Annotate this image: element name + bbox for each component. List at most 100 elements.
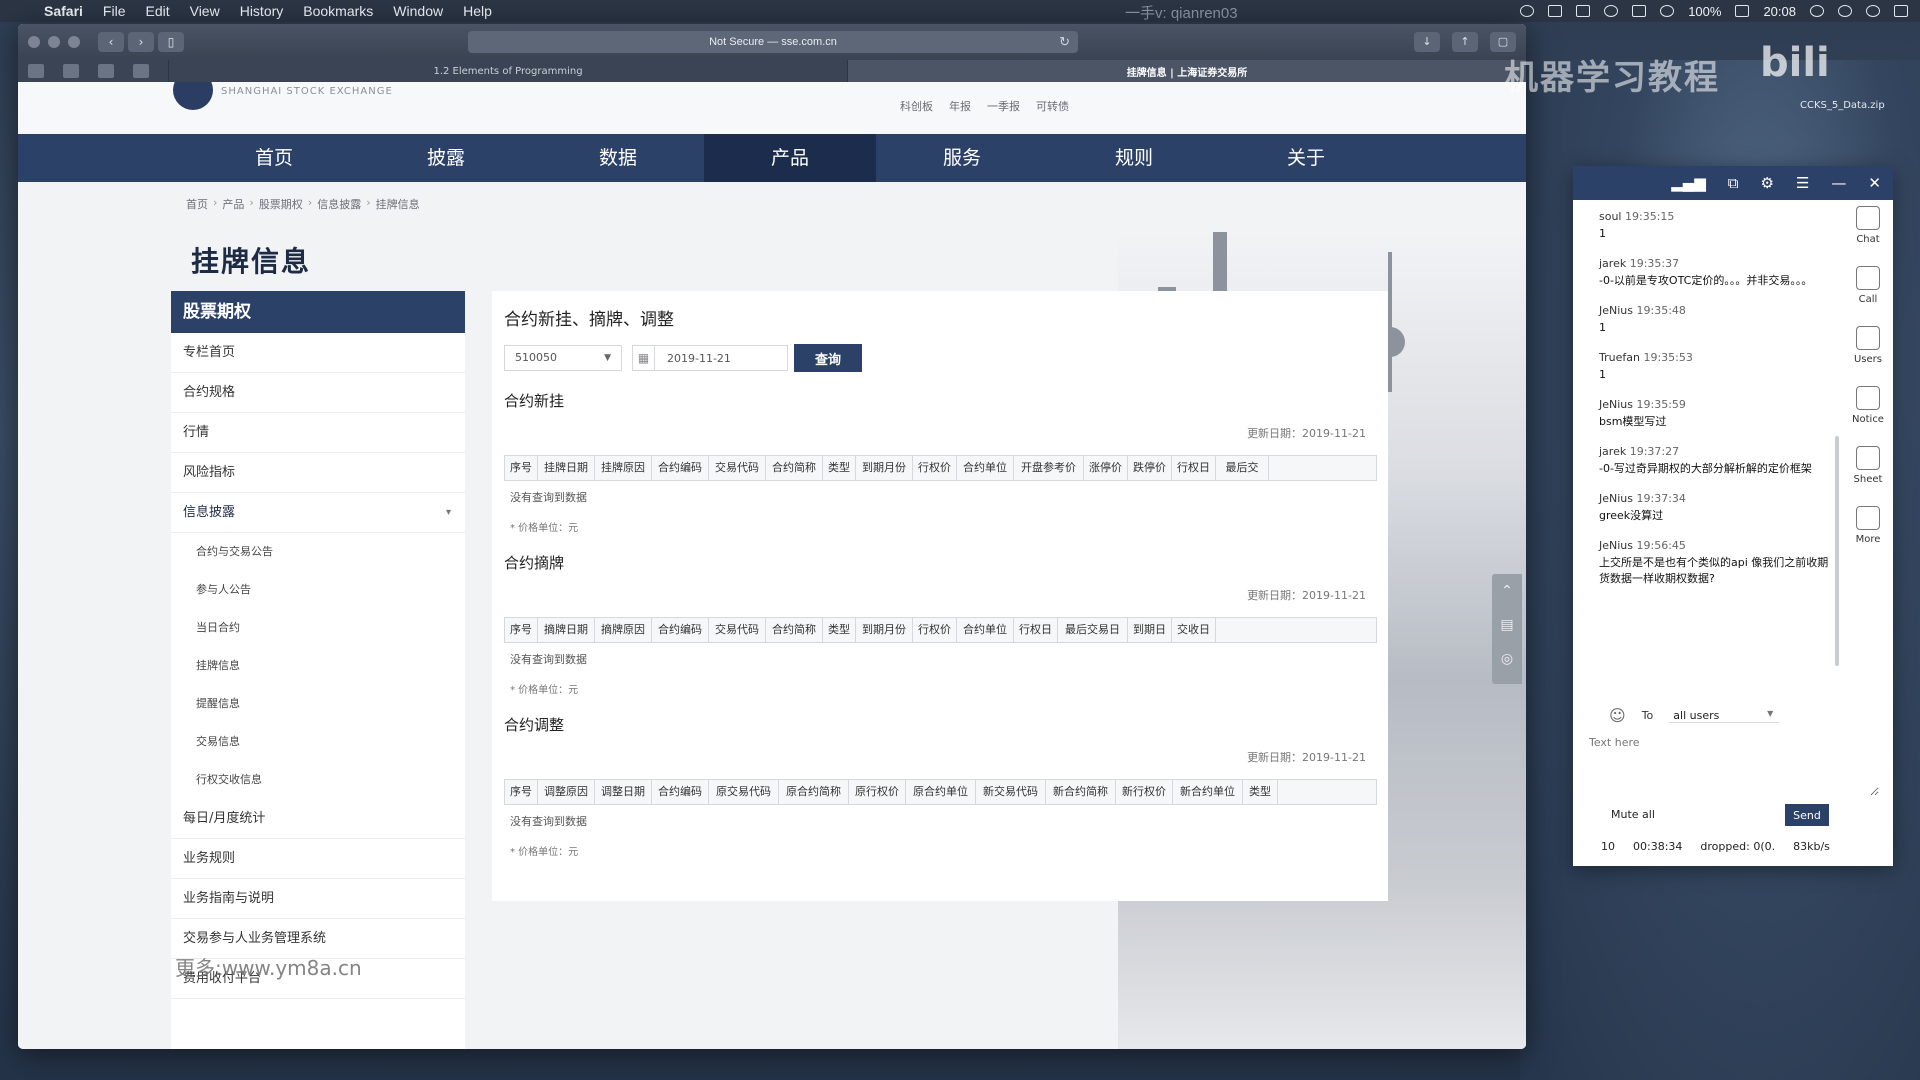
table-header-cell[interactable]: 交易代码	[709, 618, 766, 642]
nav-data[interactable]: 数据	[532, 134, 704, 182]
table-header-cell[interactable]: 合约编码	[652, 780, 709, 804]
table-header-cell[interactable]: 类型	[823, 618, 856, 642]
table-header-cell[interactable]: 最后交易日	[1058, 618, 1128, 642]
menu-icon[interactable]: ☰	[1796, 174, 1809, 192]
mute-all-button[interactable]: Mute all	[1611, 808, 1655, 821]
table-header-cell[interactable]: 原合约单位	[906, 780, 976, 804]
feedback-icon[interactable]: ▤	[1492, 608, 1522, 642]
download-icon[interactable]: ↓	[1414, 32, 1440, 52]
menu-history[interactable]: History	[240, 3, 284, 19]
top-link[interactable]: 可转债	[1036, 98, 1069, 114]
table-header-cell[interactable]: 开盘参考价	[1014, 456, 1084, 480]
battery-percent[interactable]: 100%	[1688, 4, 1721, 19]
send-button[interactable]: Send	[1785, 804, 1829, 826]
tab-sse[interactable]: 挂牌信息 | 上海证券交易所	[847, 60, 1526, 82]
table-header-cell[interactable]: 摘牌原因	[595, 618, 652, 642]
menu-view[interactable]: View	[190, 3, 220, 19]
chat-input[interactable]	[1589, 736, 1879, 796]
calendar-icon[interactable]: ▦	[633, 346, 655, 370]
wifi-icon[interactable]	[1604, 5, 1619, 17]
sidebar-subitem[interactable]: 参与人公告	[171, 571, 465, 609]
bookmark-icon[interactable]	[63, 64, 79, 78]
wechat-icon[interactable]: ◎	[1492, 642, 1522, 676]
sidebar-subitem-active[interactable]: 挂牌信息	[171, 647, 465, 685]
sidebar-subitem[interactable]: 交易信息	[171, 723, 465, 761]
table-header-cell[interactable]: 新交易代码	[976, 780, 1046, 804]
rail-notice[interactable]: Notice	[1843, 380, 1893, 440]
gear-icon[interactable]: ⚙	[1761, 174, 1774, 192]
sidebar-subitem[interactable]: 行权交收信息	[171, 761, 465, 799]
breadcrumb-item[interactable]: 股票期权	[259, 196, 303, 212]
sidebar-item[interactable]: 业务指南与说明	[171, 879, 465, 919]
reload-icon[interactable]: ↻	[1059, 34, 1070, 50]
rail-call[interactable]: Call	[1843, 260, 1893, 320]
forward-button[interactable]: ›	[128, 32, 154, 52]
tabs-overview-icon[interactable]: ▢	[1490, 32, 1516, 52]
sidebar-subitem[interactable]: 合约与交易公告	[171, 533, 465, 571]
menu-file[interactable]: File	[103, 3, 126, 19]
menu-edit[interactable]: Edit	[145, 3, 169, 19]
back-button[interactable]: ‹	[98, 32, 124, 52]
rail-chat[interactable]: Chat	[1843, 200, 1893, 260]
table-header-cell[interactable]: 类型	[823, 456, 856, 480]
underlying-select[interactable]: 510050 ▼	[504, 345, 622, 371]
apple-icon[interactable]	[12, 3, 26, 19]
table-header-cell[interactable]: 序号	[505, 456, 538, 480]
table-header-cell[interactable]: 摘牌日期	[538, 618, 595, 642]
table-header-cell[interactable]: 合约单位	[957, 456, 1014, 480]
sidebar-subitem[interactable]: 提醒信息	[171, 685, 465, 723]
breadcrumb-item[interactable]: 信息披露	[317, 196, 361, 212]
scroll-top-icon[interactable]: ⌃	[1492, 574, 1522, 608]
close-window-button[interactable]	[28, 36, 40, 48]
notification-center-icon[interactable]	[1894, 5, 1908, 17]
volume-icon[interactable]	[1548, 5, 1563, 17]
message-user[interactable]: JeNius	[1599, 398, 1633, 411]
table-header-cell[interactable]: 序号	[505, 618, 538, 642]
table-header-cell[interactable]: 原交易代码	[709, 780, 779, 804]
siri-icon[interactable]	[1866, 5, 1880, 17]
message-user[interactable]: JeNius	[1599, 304, 1633, 317]
table-header-cell[interactable]: 行权价	[913, 456, 957, 480]
table-header-cell[interactable]: 到期日	[1128, 618, 1172, 642]
nav-products[interactable]: 产品	[704, 134, 876, 182]
table-header-cell[interactable]: 新合约简称	[1046, 780, 1116, 804]
table-header-cell[interactable]: 合约简称	[766, 456, 823, 480]
table-header-cell[interactable]: 调整原因	[538, 780, 595, 804]
rail-more[interactable]: More	[1843, 500, 1893, 560]
tab-elements-of-programming[interactable]: 1.2 Elements of Programming	[168, 60, 847, 82]
spotlight-icon[interactable]	[1838, 5, 1852, 17]
table-header-cell[interactable]: 到期月份	[856, 618, 913, 642]
table-header-cell[interactable]: 行权日	[1172, 456, 1216, 480]
sidebar-item[interactable]: 风险指标	[171, 453, 465, 493]
breadcrumb-item[interactable]: 产品	[222, 196, 244, 212]
table-header-cell[interactable]: 合约编码	[652, 618, 709, 642]
table-header-cell[interactable]: 到期月份	[856, 456, 913, 480]
table-header-cell[interactable]: 交收日	[1172, 618, 1216, 642]
sync-icon[interactable]	[1520, 5, 1535, 17]
sidebar-toggle-icon[interactable]: ▯	[158, 32, 184, 52]
menu-help[interactable]: Help	[463, 3, 492, 19]
zoom-window-button[interactable]	[68, 36, 80, 48]
nav-home[interactable]: 首页	[188, 134, 360, 182]
address-bar[interactable]: Not Secure — sse.com.cn ↻	[468, 31, 1078, 53]
nav-disclosure[interactable]: 披露	[360, 134, 532, 182]
popout-icon[interactable]: ⧉	[1728, 174, 1739, 192]
table-header-cell[interactable]: 类型	[1243, 780, 1278, 804]
table-header-cell[interactable]: 合约编码	[652, 456, 709, 480]
breadcrumb-item[interactable]: 首页	[186, 196, 208, 212]
message-user[interactable]: JeNius	[1599, 492, 1633, 505]
table-header-cell[interactable]: 跌停价	[1128, 456, 1172, 480]
chat-scrollbar[interactable]	[1835, 436, 1839, 666]
table-header-cell[interactable]: 交易代码	[709, 456, 766, 480]
sidebar-subitem[interactable]: 当日合约	[171, 609, 465, 647]
nav-about[interactable]: 关于	[1220, 134, 1392, 182]
table-header-cell[interactable]: 行权日	[1014, 618, 1058, 642]
input-source-icon[interactable]	[1632, 5, 1647, 17]
bluetooth-icon[interactable]	[1660, 5, 1675, 17]
top-link[interactable]: 年报	[949, 98, 971, 114]
sidebar-item-disclosure[interactable]: 信息披露 ▾	[171, 493, 465, 533]
message-user[interactable]: jarek	[1599, 257, 1626, 270]
recipient-select[interactable]: all users ▼	[1669, 709, 1780, 723]
table-header-cell[interactable]: 序号	[505, 780, 538, 804]
query-button[interactable]: 查询	[794, 344, 862, 372]
